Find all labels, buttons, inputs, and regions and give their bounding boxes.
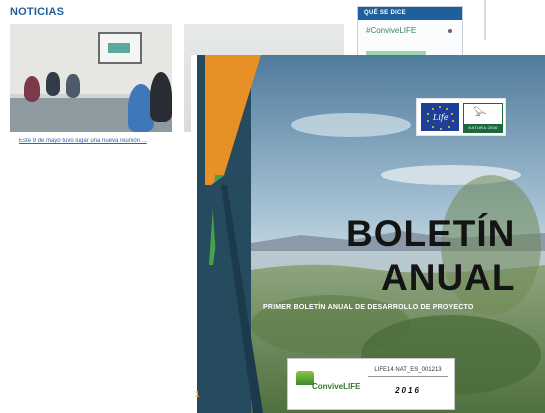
convivelife-logo: ConviveLIFE — [294, 371, 364, 397]
news-section-title: NOTICIAS — [10, 6, 65, 18]
bird-icon: 𓅪 — [473, 107, 487, 121]
cover-year: 2016 — [395, 386, 421, 395]
project-code: LIFE14 NAT_ES_001213 — [368, 367, 448, 377]
eu-life-logo: Life — [421, 103, 459, 131]
page-number: 1 — [195, 390, 200, 399]
news-link[interactable]: Este 9 de mayo tuvo lugar una nueva reun… — [19, 138, 169, 144]
sidebar-hashtag-link[interactable]: #ConviveLIFE — [358, 20, 462, 35]
project-footer-card: ConviveLIFE LIFE14 NAT_ES_001213 2016 — [287, 358, 455, 410]
cover-title-line2: ANUAL — [381, 257, 516, 298]
partner-logos: Life 𓅪 NATURA 2000 — [416, 98, 506, 136]
divider — [484, 0, 486, 40]
convivelife-logo-text: ConviveLIFE — [312, 382, 361, 391]
news-photo-meeting[interactable] — [10, 24, 172, 132]
cover-subtitle: PRIMER BOLETÍN ANUAL DE DESARROLLO DE PR… — [263, 304, 474, 311]
sidebar-header: QUÉ SE DICE — [358, 7, 462, 20]
natura2000-label: NATURA 2000 — [468, 125, 498, 130]
eu-life-label: Life — [433, 113, 449, 122]
sidebar-hashtag-label: #ConviveLIFE — [366, 26, 417, 35]
bullet-icon — [448, 29, 452, 33]
cover-title-line1: BOLETÍN — [346, 213, 516, 254]
natura2000-logo: 𓅪 NATURA 2000 — [463, 103, 503, 133]
bulletin-cover[interactable]: Life 𓅪 NATURA 2000 BOLETÍN ANUAL PRIMER … — [191, 55, 545, 413]
